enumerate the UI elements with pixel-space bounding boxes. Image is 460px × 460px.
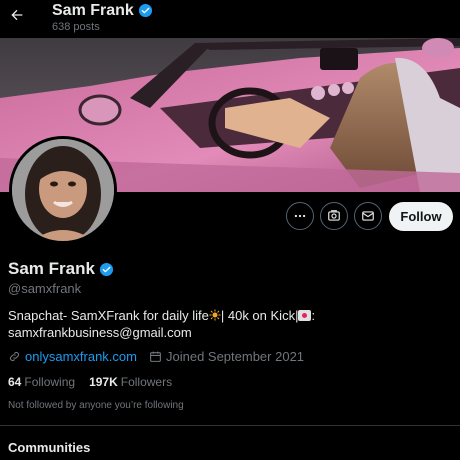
not-followed-note: Not followed by anyone you’re following bbox=[8, 400, 184, 411]
top-bar: Sam Frank 638 posts bbox=[0, 0, 460, 38]
more-options-button[interactable] bbox=[286, 202, 314, 230]
divider bbox=[0, 425, 460, 426]
back-button[interactable] bbox=[6, 4, 28, 26]
profile-bio: Snapchat- SamXFrank for daily life | 40k… bbox=[8, 307, 448, 341]
header-post-count: 638 posts bbox=[52, 21, 100, 33]
calendar-icon bbox=[150, 351, 161, 362]
more-icon bbox=[294, 214, 306, 218]
header-name-row: Sam Frank bbox=[52, 1, 153, 20]
follow-stats: 64 Following 197K Followers bbox=[8, 375, 172, 389]
follow-button[interactable]: Follow bbox=[389, 202, 453, 231]
sun-emoji-icon bbox=[209, 308, 221, 321]
communities-heading: Communities bbox=[8, 440, 91, 455]
profile-name-row: Sam Frank bbox=[8, 259, 114, 279]
joined-date: Joined September 2021 bbox=[165, 349, 305, 364]
profile-name: Sam Frank bbox=[8, 259, 95, 278]
header-name: Sam Frank bbox=[52, 2, 134, 19]
followers-count: 197K bbox=[89, 375, 118, 389]
message-button[interactable] bbox=[354, 202, 382, 230]
link-icon bbox=[9, 351, 20, 362]
avatar-image bbox=[12, 139, 114, 241]
followers-link[interactable]: 197K Followers bbox=[89, 375, 172, 389]
bio-text-1: Snapchat- SamXFrank for daily life bbox=[8, 308, 209, 323]
subscribe-icon bbox=[328, 210, 340, 221]
verified-badge-icon[interactable] bbox=[99, 262, 114, 277]
following-count: 64 bbox=[8, 375, 22, 389]
avatar[interactable] bbox=[9, 136, 117, 244]
bio-text-3: : bbox=[311, 308, 316, 323]
bio-email: samxfrankbusiness@gmail.com bbox=[8, 325, 192, 340]
subscribe-button[interactable] bbox=[320, 202, 348, 230]
header-title-group: Sam Frank 638 posts bbox=[52, 1, 153, 34]
following-label: Following bbox=[24, 375, 76, 389]
following-link[interactable]: 64 Following bbox=[8, 375, 75, 389]
followers-label: Followers bbox=[120, 375, 173, 389]
website-link[interactable]: onlysamxfrank.com bbox=[25, 349, 137, 364]
bio-text-2: | 40k on Kick| bbox=[220, 308, 299, 323]
profile-handle: @samxfrank bbox=[8, 281, 82, 296]
back-arrow-icon bbox=[11, 9, 23, 21]
profile-meta: onlysamxfrank.com Joined September 2021 bbox=[8, 349, 304, 364]
mail-emoji-icon bbox=[298, 310, 312, 321]
verified-badge-icon bbox=[138, 3, 152, 18]
message-icon bbox=[362, 211, 374, 221]
